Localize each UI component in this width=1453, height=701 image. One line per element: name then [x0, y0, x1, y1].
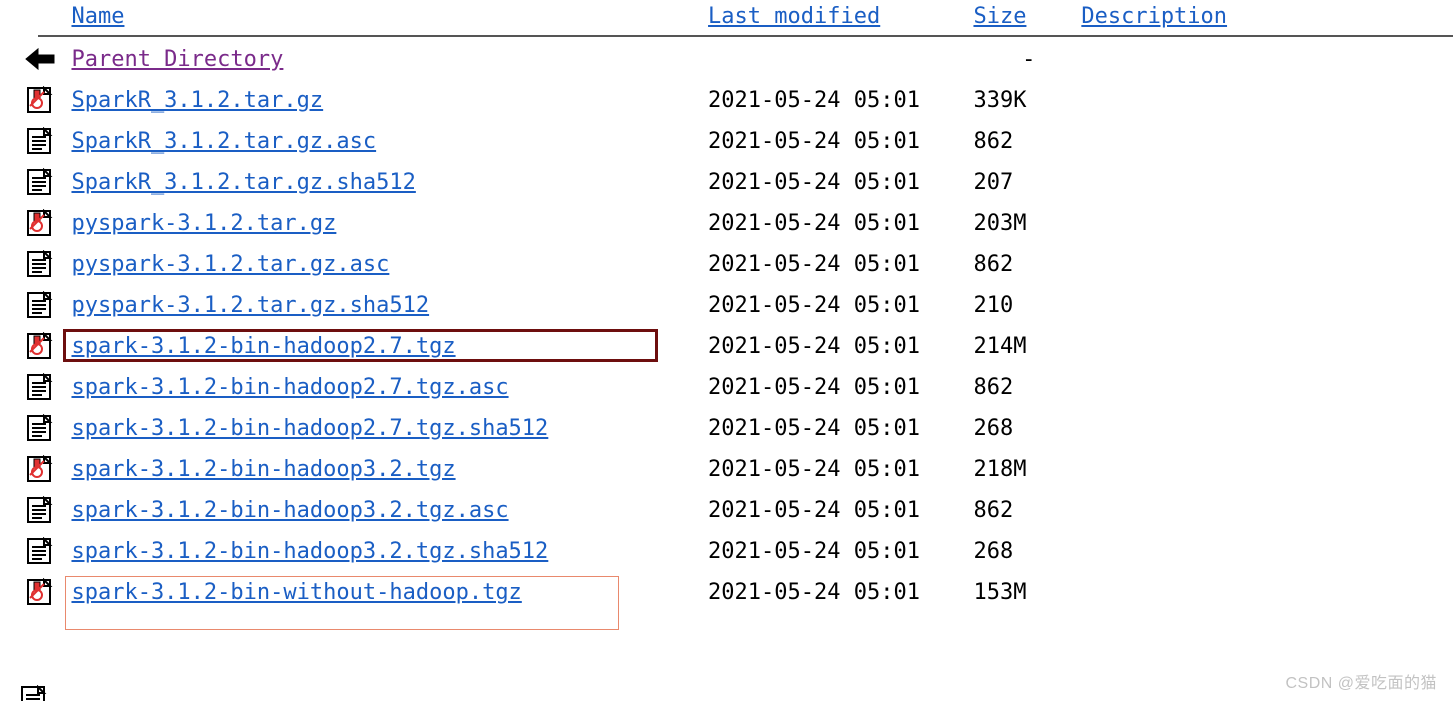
last-modified-cell: 2021-05-24 05:01 [702, 449, 967, 490]
last-modified-cell: 2021-05-24 05:01 [702, 121, 967, 162]
description-cell [1075, 572, 1453, 613]
text-file-icon [24, 127, 56, 155]
file-link[interactable]: spark-3.1.2-bin-hadoop3.2.tgz.asc [71, 498, 508, 523]
file-link[interactable]: spark-3.1.2-bin-hadoop2.7.tgz.sha512 [71, 416, 548, 441]
text-file-icon [24, 168, 56, 196]
table-row: spark-3.1.2-bin-hadoop2.7.tgz.asc 2021-05… [18, 367, 1453, 408]
table-row: pyspark-3.1.2.tar.gz 2021-05-24 05:01203M [18, 203, 1453, 244]
text-file-icon [24, 373, 56, 401]
size-cell: 218M [967, 449, 1075, 490]
last-modified-cell: 2021-05-24 05:01 [702, 572, 967, 613]
last-modified-cell: 2021-05-24 05:01 [702, 285, 967, 326]
file-link[interactable]: SparkR_3.1.2.tar.gz.sha512 [71, 170, 415, 195]
last-modified-cell: 2021-05-24 05:01 [702, 203, 967, 244]
table-row: Parent Directory - [18, 39, 1453, 80]
size-cell: - [967, 39, 1075, 80]
text-file-icon [24, 291, 56, 319]
table-row: SparkR_3.1.2.tar.gz.asc 2021-05-24 05:018… [18, 121, 1453, 162]
text-file-icon [24, 537, 56, 565]
last-modified-cell: 2021-05-24 05:01 [702, 162, 967, 203]
size-cell: 268 [967, 531, 1075, 572]
description-cell [1075, 244, 1453, 285]
file-link[interactable]: SparkR_3.1.2.tar.gz.asc [71, 129, 376, 154]
last-modified-cell: 2021-05-24 05:01 [702, 490, 967, 531]
description-cell [1075, 490, 1453, 531]
description-cell [1075, 531, 1453, 572]
file-link[interactable]: spark-3.1.2-bin-hadoop3.2.tgz.sha512 [71, 539, 548, 564]
column-header-description[interactable]: Description [1081, 4, 1227, 29]
size-cell: 207 [967, 162, 1075, 203]
size-cell: 210 [967, 285, 1075, 326]
file-link[interactable]: pyspark-3.1.2.tar.gz.sha512 [71, 293, 429, 318]
size-cell: 862 [967, 121, 1075, 162]
table-row: spark-3.1.2-bin-hadoop3.2.tgz.asc 2021-05… [18, 490, 1453, 531]
table-row: spark-3.1.2-bin-hadoop2.7.tgz.sha512 2021… [18, 408, 1453, 449]
table-row: pyspark-3.1.2.tar.gz.asc 2021-05-24 05:01… [18, 244, 1453, 285]
description-cell [1075, 39, 1453, 80]
column-header-last-modified[interactable]: Last modified [708, 4, 880, 29]
description-cell [1075, 203, 1453, 244]
description-cell [1075, 162, 1453, 203]
table-row: spark-3.1.2-bin-without-hadoop.tgz 2021-0… [18, 572, 1453, 613]
size-cell: 862 [967, 490, 1075, 531]
text-file-icon [18, 685, 50, 701]
description-cell [1075, 326, 1453, 367]
last-modified-cell: 2021-05-24 05:01 [702, 244, 967, 285]
table-row: SparkR_3.1.2.tar.gz.sha512 2021-05-24 05:… [18, 162, 1453, 203]
size-cell: 862 [967, 244, 1075, 285]
last-modified-cell: 2021-05-24 05:01 [702, 80, 967, 121]
file-link[interactable]: pyspark-3.1.2.tar.gz.asc [71, 252, 389, 277]
header-icon-spacer [18, 0, 65, 35]
last-modified-cell: 2021-05-24 05:01 [702, 326, 967, 367]
parent-directory-link[interactable]: Parent Directory [71, 47, 283, 72]
table-row: spark-3.1.2-bin-hadoop2.7.tgz 2021-05-24 … [18, 326, 1453, 367]
size-cell: 268 [967, 408, 1075, 449]
directory-listing-table: Name Last modified Size Description Pare… [18, 0, 1453, 613]
description-cell [1075, 367, 1453, 408]
size-cell: 153M [967, 572, 1075, 613]
text-file-icon [24, 250, 56, 278]
file-link[interactable]: spark-3.1.2-bin-hadoop3.2.tgz [71, 457, 455, 482]
archive-file-icon [24, 86, 56, 114]
last-modified-cell [702, 39, 967, 80]
last-modified-cell: 2021-05-24 05:01 [702, 367, 967, 408]
file-link[interactable]: spark-3.1.2-bin-hadoop2.7.tgz.asc [71, 375, 508, 400]
file-link[interactable]: spark-3.1.2-bin-hadoop2.7.tgz [71, 334, 455, 359]
archive-file-icon [24, 578, 56, 606]
description-cell [1075, 80, 1453, 121]
column-header-size[interactable]: Size [973, 4, 1026, 29]
size-cell: 203M [967, 203, 1075, 244]
header-divider [38, 35, 1453, 37]
description-cell [1075, 121, 1453, 162]
back-icon [24, 45, 56, 73]
column-header-name[interactable]: Name [71, 4, 124, 29]
archive-file-icon [24, 332, 56, 360]
file-link[interactable]: pyspark-3.1.2.tar.gz [71, 211, 336, 236]
archive-file-icon [24, 209, 56, 237]
table-row: spark-3.1.2-bin-hadoop3.2.tgz 2021-05-24 … [18, 449, 1453, 490]
description-cell [1075, 449, 1453, 490]
size-cell: 862 [967, 367, 1075, 408]
watermark-text: CSDN @爱吃面的猫 [1285, 669, 1437, 693]
last-modified-cell: 2021-05-24 05:01 [702, 408, 967, 449]
file-link[interactable]: SparkR_3.1.2.tar.gz [71, 88, 323, 113]
archive-file-icon [24, 455, 56, 483]
table-row: spark-3.1.2-bin-hadoop3.2.tgz.sha512 2021… [18, 531, 1453, 572]
description-cell [1075, 285, 1453, 326]
table-row: pyspark-3.1.2.tar.gz.sha512 2021-05-24 05… [18, 285, 1453, 326]
last-modified-cell: 2021-05-24 05:01 [702, 531, 967, 572]
description-cell [1075, 408, 1453, 449]
file-link[interactable]: spark-3.1.2-bin-without-hadoop.tgz [71, 580, 521, 605]
size-cell: 339K [967, 80, 1075, 121]
text-file-icon [24, 496, 56, 524]
table-row: SparkR_3.1.2.tar.gz 2021-05-24 05:01339K [18, 80, 1453, 121]
text-file-icon [24, 414, 56, 442]
size-cell: 214M [967, 326, 1075, 367]
